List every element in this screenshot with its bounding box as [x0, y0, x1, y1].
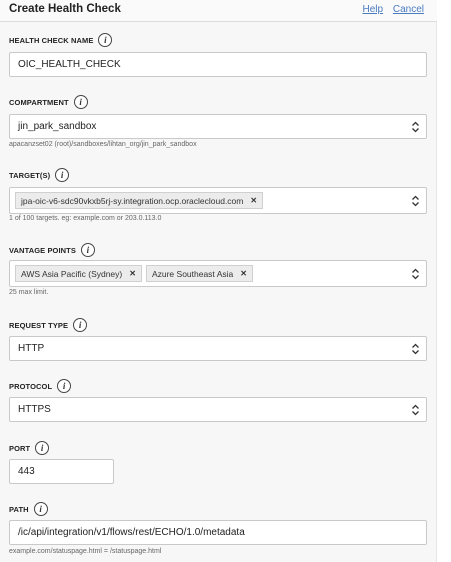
vantage-points-multiselect[interactable]: AWS Asia Pacific (Sydney) ✕ Azure Southe…	[9, 260, 427, 287]
port-input[interactable]: 443	[9, 459, 114, 484]
path-input[interactable]: /ic/api/integration/v1/flows/rest/ECHO/1…	[9, 520, 427, 545]
target-chip-label: jpa-oic-v6-sdc90vkxb5rj-sy.integration.o…	[21, 195, 244, 206]
compartment-label: COMPARTMENT i	[9, 95, 88, 109]
vantage-chip: Azure Southeast Asia ✕	[145, 265, 253, 282]
page-title: Create Health Check	[9, 3, 121, 15]
protocol-label-text: PROTOCOL	[9, 381, 53, 391]
vantage-points-hint: 25 max limit.	[9, 289, 49, 296]
info-icon[interactable]: i	[57, 379, 72, 393]
info-icon[interactable]: i	[33, 502, 48, 516]
chevron-up-down-icon	[412, 121, 419, 132]
compartment-label-text: COMPARTMENT	[9, 97, 69, 107]
request-type-select[interactable]: HTTP	[9, 336, 427, 361]
port-value: 443	[18, 466, 35, 477]
panel-header: Create Health Check Help Cancel	[0, 0, 437, 22]
header-links: Help Cancel	[356, 4, 425, 15]
vantage-points-label-text: VANTAGE POINTS	[9, 245, 76, 255]
chevron-up-down-icon	[412, 404, 419, 415]
port-label-text: PORT	[9, 443, 31, 453]
info-icon[interactable]: i	[98, 33, 113, 47]
path-label: PATH i	[9, 502, 48, 516]
chevron-up-down-icon	[412, 343, 419, 354]
info-icon[interactable]: i	[35, 441, 50, 455]
vantage-chip-label: Azure Southeast Asia	[151, 268, 234, 279]
compartment-select[interactable]: jin_park_sandbox	[9, 114, 427, 139]
targets-multiselect[interactable]: jpa-oic-v6-sdc90vkxb5rj-sy.integration.o…	[9, 187, 427, 214]
info-icon[interactable]: i	[55, 168, 70, 182]
target-chip: jpa-oic-v6-sdc90vkxb5rj-sy.integration.o…	[15, 192, 264, 209]
health-check-name-label-text: HEALTH CHECK NAME	[9, 35, 94, 45]
targets-label-text: TARGET(S)	[9, 170, 51, 180]
protocol-select[interactable]: HTTPS	[9, 397, 427, 422]
help-link[interactable]: Help	[363, 4, 384, 15]
vantage-points-label: VANTAGE POINTS i	[9, 243, 95, 257]
chevron-up-down-icon	[412, 195, 419, 206]
path-label-text: PATH	[9, 504, 29, 514]
path-value: /ic/api/integration/v1/flows/rest/ECHO/1…	[18, 527, 245, 538]
protocol-label: PROTOCOL i	[9, 379, 72, 393]
vantage-chip: AWS Asia Pacific (Sydney) ✕	[15, 265, 142, 282]
create-health-check-panel: Create Health Check Help Cancel HEALTH C…	[0, 0, 437, 562]
compartment-path-hint: apacanzset02 (root)/sandboxes/lihtan_org…	[9, 141, 197, 148]
close-icon[interactable]: ✕	[240, 269, 247, 278]
info-icon[interactable]: i	[80, 243, 95, 257]
request-type-value: HTTP	[18, 343, 45, 354]
health-check-name-input[interactable]: OIC_HEALTH_CHECK	[9, 52, 427, 77]
protocol-value: HTTPS	[18, 404, 51, 415]
request-type-label: REQUEST TYPE i	[9, 318, 88, 332]
compartment-value: jin_park_sandbox	[18, 121, 97, 132]
targets-hint: 1 of 100 targets. eg: example.com or 203…	[9, 215, 162, 222]
path-hint: example.com/statuspage.html = /statuspag…	[9, 548, 162, 555]
close-icon[interactable]: ✕	[250, 196, 257, 205]
cancel-link[interactable]: Cancel	[393, 4, 424, 15]
close-icon[interactable]: ✕	[129, 269, 136, 278]
info-icon[interactable]: i	[73, 318, 88, 332]
request-type-label-text: REQUEST TYPE	[9, 320, 69, 330]
port-label: PORT i	[9, 441, 50, 455]
info-icon[interactable]: i	[73, 95, 88, 109]
targets-label: TARGET(S) i	[9, 168, 70, 182]
vantage-chip-label: AWS Asia Pacific (Sydney)	[21, 268, 123, 279]
health-check-name-value: OIC_HEALTH_CHECK	[18, 59, 121, 70]
chevron-up-down-icon	[412, 268, 419, 279]
health-check-name-label: HEALTH CHECK NAME i	[9, 33, 113, 47]
